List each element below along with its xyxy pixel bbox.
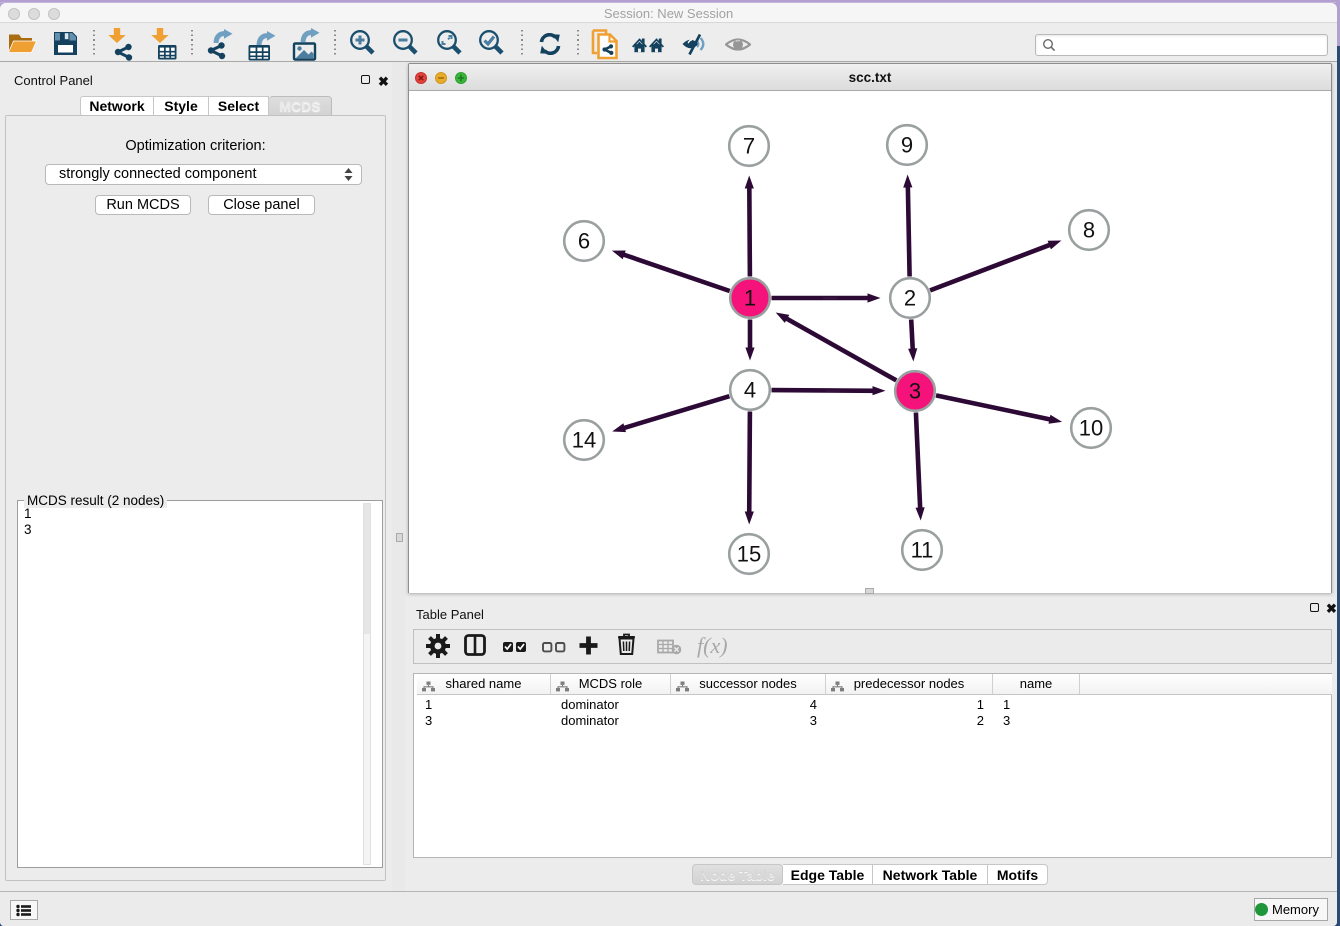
svg-text:7: 7 bbox=[743, 134, 755, 159]
svg-text:2: 2 bbox=[904, 286, 916, 311]
svg-text:1: 1 bbox=[744, 286, 756, 311]
svg-text:10: 10 bbox=[1079, 416, 1103, 441]
svg-text:3: 3 bbox=[909, 379, 921, 404]
svg-text:11: 11 bbox=[911, 538, 934, 563]
svg-text:9: 9 bbox=[901, 133, 913, 158]
svg-text:15: 15 bbox=[737, 542, 761, 567]
svg-text:14: 14 bbox=[572, 428, 596, 453]
svg-text:6: 6 bbox=[578, 229, 590, 254]
svg-text:4: 4 bbox=[744, 378, 756, 403]
svg-text:8: 8 bbox=[1083, 218, 1095, 243]
